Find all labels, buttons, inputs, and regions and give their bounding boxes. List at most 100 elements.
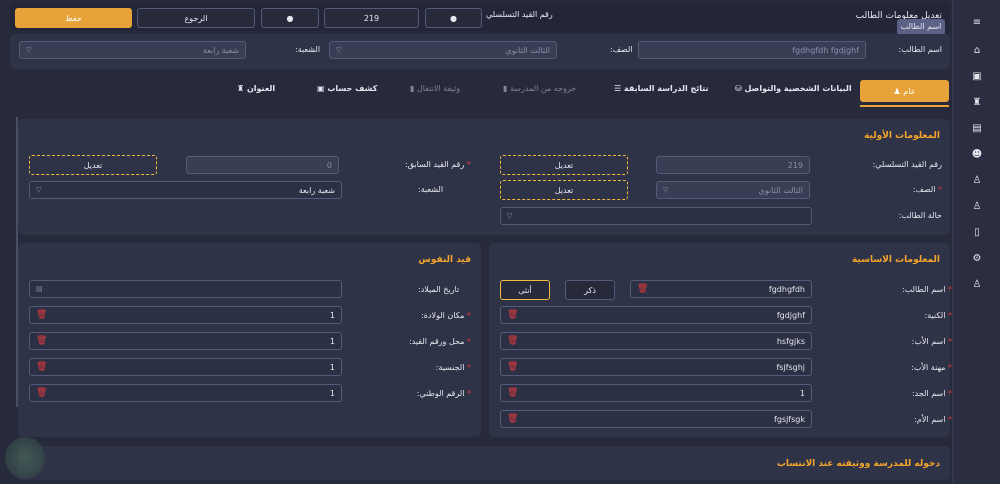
prev-serial-input[interactable]: 0	[186, 156, 339, 174]
tab-previous-results[interactable]: نتائج الدراسة السابقة ☰	[614, 84, 709, 93]
filter-name-label: اسم الطالب:	[898, 45, 942, 54]
tab-leaving-school: خروجه من المدرسة ▮	[503, 84, 577, 93]
field-label: الجنسية:	[436, 363, 471, 372]
prev-serial-label: رقم القيد السابق:	[405, 160, 471, 169]
section-title: دخوله للمدرسة ووثيقته عند الانتساب	[776, 459, 940, 469]
clipboard-icon[interactable]: ▯	[971, 227, 983, 239]
field-label: محل ورقم القيد:	[409, 337, 471, 346]
trash-icon[interactable]: 🗑	[36, 310, 47, 320]
grade-select[interactable]: الثالث الثانوي ▽	[656, 181, 810, 199]
student-icon[interactable]: ♙	[971, 175, 983, 187]
status-select[interactable]: ▽	[500, 207, 812, 225]
chevron-down-icon: ▽	[26, 46, 32, 54]
trash-icon[interactable]: 🗑	[36, 362, 47, 372]
trash-icon[interactable]: 🗑	[507, 388, 518, 398]
field-label: الرقم الوطني:	[417, 389, 471, 398]
tab-label: عام	[903, 86, 916, 96]
tab-account-statement[interactable]: كشف حساب ▣	[317, 84, 377, 93]
users-icon[interactable]: ♜	[971, 97, 983, 109]
field-value: hsfgjks	[776, 336, 805, 346]
school-entry-card: دخوله للمدرسة ووثيقته عند الانتساب	[18, 446, 950, 480]
field-input[interactable]: fgdhgfdh 🗑	[630, 280, 812, 298]
serial-field[interactable]: 219	[324, 8, 419, 28]
gender-male-button[interactable]: ذكر	[565, 280, 615, 300]
grade-label: الصف:	[913, 185, 942, 194]
calendar-icon[interactable]: ▤	[36, 285, 43, 293]
field-label: الكنية:	[925, 311, 952, 320]
trash-icon[interactable]: 🗑	[507, 336, 518, 346]
field-value: fgdjghf	[776, 310, 805, 320]
birth-date-label: تاريخ الميلاد:	[418, 285, 460, 294]
serial-input[interactable]: 219	[656, 156, 810, 174]
book-icon[interactable]: ▣	[971, 71, 983, 83]
chevron-down-icon: ▽	[663, 186, 669, 194]
filter-name-value: fgdhgfdh fgdjghf	[792, 45, 859, 55]
user-icon[interactable]: ♙	[971, 279, 983, 291]
field-value: 1	[799, 388, 805, 398]
menu-icon[interactable]: ≡	[971, 17, 983, 29]
field-input[interactable]: fgdjghf 🗑	[500, 306, 812, 324]
trash-icon[interactable]: 🗑	[36, 336, 47, 346]
teacher-icon[interactable]: ♙	[971, 201, 983, 213]
field-value: 1	[329, 336, 335, 346]
tooltip: اسم الطالب	[897, 19, 945, 35]
increment-button[interactable]: ●	[425, 8, 482, 28]
tab-general[interactable]: ♟ عام	[860, 80, 949, 102]
home-icon[interactable]: ⌂	[971, 45, 983, 57]
filter-name-input[interactable]: fgdhgfdh fgdjghf	[638, 41, 866, 59]
chevron-down-icon: ▽	[336, 46, 342, 54]
trash-icon[interactable]: 🗑	[637, 284, 648, 294]
trash-icon[interactable]: 🗑	[507, 414, 518, 424]
edit-serial-button[interactable]: تعديل	[500, 155, 628, 175]
back-button[interactable]: الرجوع	[137, 8, 255, 28]
field-input[interactable]: 1 🗑	[29, 358, 342, 376]
field-value: 1	[329, 388, 335, 398]
section-select[interactable]: شعبة رابعة ▽	[29, 181, 342, 199]
filter-grade-label: الصف:	[610, 45, 633, 54]
filter-grade-select[interactable]: الثالث الثانوي ▽	[329, 41, 557, 59]
trash-icon[interactable]: 🗑	[507, 362, 518, 372]
edit-grade-button[interactable]: تعديل	[500, 180, 628, 200]
gear-icon[interactable]: ⚙	[971, 253, 983, 265]
document-icon[interactable]: ▤	[971, 123, 983, 135]
section-label: الشعبة:	[418, 185, 444, 194]
birth-date-input[interactable]: ▤	[29, 280, 342, 298]
field-value: 1	[329, 310, 335, 320]
field-input[interactable]: fgsjfsgk 🗑	[500, 410, 812, 428]
filter-section-label: الشعبة:	[295, 45, 321, 54]
decrement-button[interactable]: ●	[261, 8, 319, 28]
tab-transfer-document: وثيقة الانتقال ▮	[410, 84, 461, 93]
trash-icon[interactable]: 🗑	[507, 310, 518, 320]
field-label: اسم الأب:	[912, 337, 952, 346]
section-title: قيد النفوس	[418, 255, 471, 265]
status-label: حالة الطالب:	[898, 211, 942, 220]
field-label: مهنة الأب:	[911, 363, 952, 372]
field-input[interactable]: 1 🗑	[29, 384, 342, 402]
filter-grade-value: الثالث الثانوي	[505, 45, 550, 55]
watermark-logo	[5, 437, 45, 479]
field-input[interactable]: 1 🗑	[500, 384, 812, 402]
filter-section-value: شعبة رابعة	[202, 45, 239, 55]
field-label: اسم الأم:	[914, 415, 952, 424]
serial-label: رقم القيد التسلسلي:	[872, 160, 942, 169]
tab-personal[interactable]: البيانات الشخصية والتواصل ⛁	[735, 84, 852, 93]
field-label: مكان الولادة:	[421, 311, 471, 320]
save-button[interactable]: حفظ	[15, 8, 132, 28]
tab-address[interactable]: العنوان ♜	[237, 84, 275, 93]
field-value: fgdhgfdh	[768, 284, 805, 294]
field-value: fgsjfsgk	[774, 414, 805, 424]
field-label: اسم الطالب:	[902, 285, 952, 294]
field-input[interactable]: hsfgjks 🗑	[500, 332, 812, 350]
field-input[interactable]: 1 🗑	[29, 306, 342, 324]
face-icon[interactable]: ☻	[971, 149, 983, 161]
sidebar: ≡ ⌂ ▣ ♜ ▤ ☻ ♙ ♙ ▯ ⚙ ♙	[952, 0, 1000, 484]
field-input[interactable]: fsjfsghj 🗑	[500, 358, 812, 376]
field-label: اسم الجد:	[912, 389, 952, 398]
field-value: 1	[329, 362, 335, 372]
filter-section-select[interactable]: شعبة رابعة ▽	[19, 41, 246, 59]
trash-icon[interactable]: 🗑	[36, 388, 47, 398]
serial-label: رقم القيد التسلسلي	[486, 10, 553, 19]
edit-prev-serial-button[interactable]: تعديل	[29, 155, 157, 175]
field-input[interactable]: 1 🗑	[29, 332, 342, 350]
gender-female-button[interactable]: أنثى	[500, 280, 550, 300]
